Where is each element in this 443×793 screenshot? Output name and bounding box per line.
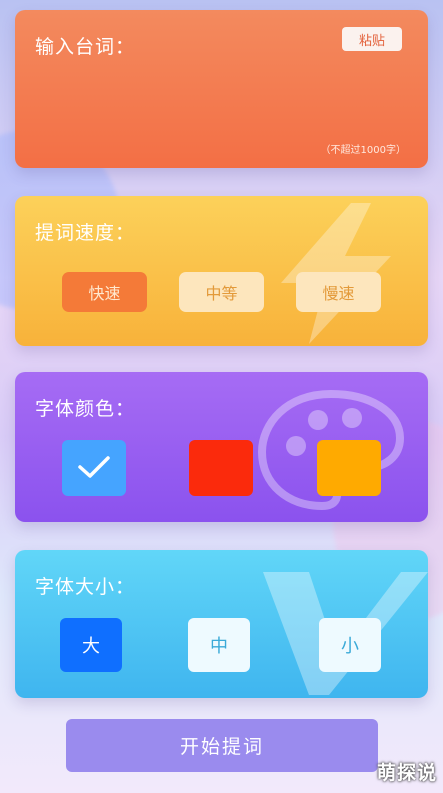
color-card-title: 字体颜色： <box>35 398 136 420</box>
input-card: 输入台词： 粘贴 （不超过1000字） <box>15 10 428 168</box>
speed-slow-button[interactable]: 慢速 <box>296 272 381 312</box>
checkmark-icon <box>78 456 110 478</box>
color-swatch-blue[interactable] <box>62 440 126 496</box>
speed-card: 提词速度： 快速 中等 慢速 <box>15 196 428 346</box>
script-input[interactable] <box>35 66 408 134</box>
color-swatch-red[interactable] <box>189 440 253 496</box>
start-prompter-button[interactable]: 开始提词 <box>66 719 378 772</box>
size-large-button[interactable]: 大 <box>60 618 122 672</box>
speed-medium-button[interactable]: 中等 <box>179 272 264 312</box>
size-medium-button[interactable]: 中 <box>188 618 250 672</box>
speed-card-title: 提词速度： <box>35 222 136 244</box>
color-swatch-orange[interactable] <box>317 440 381 496</box>
size-card-title: 字体大小： <box>35 576 136 598</box>
color-card: 字体颜色： <box>15 372 428 522</box>
size-small-button[interactable]: 小 <box>319 618 381 672</box>
input-card-title: 输入台词： <box>35 36 136 58</box>
watermark: 萌探说 <box>376 762 437 784</box>
paste-button[interactable]: 粘贴 <box>342 27 402 51</box>
speed-fast-button[interactable]: 快速 <box>62 272 147 312</box>
size-card: 字体大小： 大 中 小 <box>15 550 428 698</box>
char-limit-hint: （不超过1000字） <box>320 145 406 156</box>
